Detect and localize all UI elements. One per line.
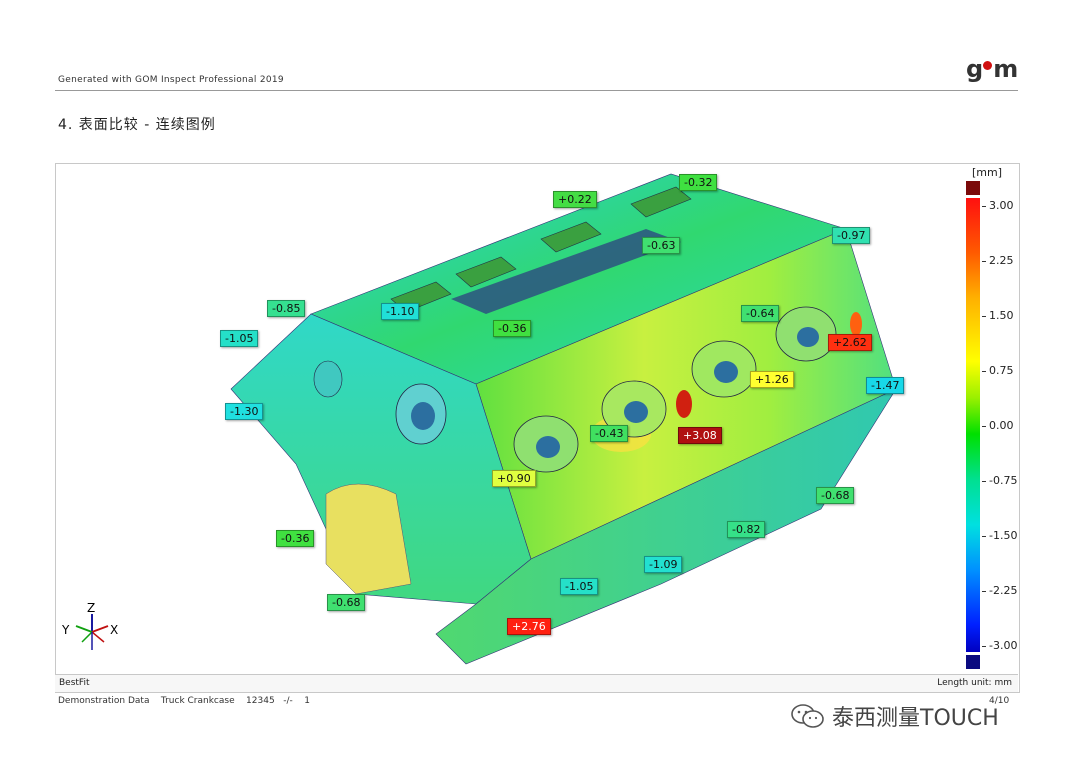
viewport-status-bar: BestFit Length unit: mm [55, 674, 1018, 692]
watermark-text: 泰西测量TOUCH [832, 706, 999, 731]
deviation-callout[interactable]: -1.05 [560, 578, 599, 595]
alignment-method: BestFit [59, 678, 90, 688]
deviation-callout[interactable]: -1.09 [644, 556, 683, 573]
legend-tick-label: 2.25 [989, 254, 1014, 267]
axis-x-label: X [110, 623, 118, 637]
footer-info: Demonstration Data Truck Crankcase 12345… [58, 696, 310, 706]
deviation-callout[interactable]: +0.22 [553, 191, 597, 208]
legend-unit: [mm] [972, 166, 1003, 179]
legend-tick-mark [982, 316, 986, 317]
deviation-callout[interactable]: -1.47 [866, 377, 905, 394]
legend-tick-label: -3.00 [989, 639, 1018, 652]
deviation-callout[interactable]: -0.68 [327, 594, 366, 611]
deviation-callout[interactable]: -0.97 [832, 227, 871, 244]
axis-y-label: Y [61, 623, 70, 637]
deviation-callout[interactable]: +2.62 [828, 334, 872, 351]
color-legend-bar [966, 198, 980, 652]
gom-logo: gm [966, 55, 1018, 83]
legend-over-range [966, 181, 980, 195]
legend-tick-mark [982, 646, 986, 647]
legend-tick-label: -1.50 [989, 529, 1018, 542]
deviation-callout[interactable]: -0.36 [276, 530, 315, 547]
legend-tick-mark [982, 206, 986, 207]
legend-tick-mark [982, 261, 986, 262]
inspection-viewport[interactable]: -0.32 +0.22 -0.63 -0.97 -0.85 -1.10 -0.3… [55, 163, 1020, 693]
deviation-callout[interactable]: -0.63 [642, 237, 681, 254]
crankcase-deviation-model [230, 173, 897, 665]
legend-tick-label: -0.75 [989, 474, 1018, 487]
section-title: 4. 表面比较 - 连续图例 [58, 117, 216, 133]
legend-tick-mark [982, 536, 986, 537]
deviation-callout[interactable]: -0.68 [816, 487, 855, 504]
legend-tick-label: 0.00 [989, 419, 1014, 432]
legend-tick-mark [982, 426, 986, 427]
deviation-callout[interactable]: -0.36 [493, 320, 532, 337]
coordinate-axes-icon: Z Y X [61, 601, 118, 650]
watermark: 泰西测量TOUCH [790, 700, 999, 732]
legend-tick-label: 1.50 [989, 309, 1014, 322]
deviation-callout[interactable]: +2.76 [507, 618, 551, 635]
deviation-callout[interactable]: -0.82 [727, 521, 766, 538]
deviation-callout[interactable]: +1.26 [750, 371, 794, 388]
header-divider [55, 90, 1018, 91]
legend-under-range [966, 655, 980, 669]
legend-tick-label: -2.25 [989, 584, 1018, 597]
deviation-callout[interactable]: -1.30 [225, 403, 264, 420]
legend-tick-mark [982, 481, 986, 482]
legend-tick-mark [982, 591, 986, 592]
deviation-callout[interactable]: -0.43 [590, 425, 629, 442]
deviation-callout[interactable]: -0.32 [679, 174, 718, 191]
deviation-callout[interactable]: +3.08 [678, 427, 722, 444]
deviation-callout[interactable]: -0.85 [267, 300, 306, 317]
legend-tick-mark [982, 371, 986, 372]
deviation-callout[interactable]: -0.64 [741, 305, 780, 322]
wechat-icon [791, 704, 824, 728]
legend-tick-label: 0.75 [989, 364, 1014, 377]
axis-z-label: Z [87, 601, 95, 615]
length-unit-note: Length unit: mm [937, 678, 1012, 688]
deviation-callout[interactable]: -1.05 [220, 330, 259, 347]
deviation-callout[interactable]: +0.90 [492, 470, 536, 487]
legend-tick-label: 3.00 [989, 199, 1014, 212]
generated-by-text: Generated with GOM Inspect Professional … [58, 75, 284, 85]
deviation-callout[interactable]: -1.10 [381, 303, 420, 320]
